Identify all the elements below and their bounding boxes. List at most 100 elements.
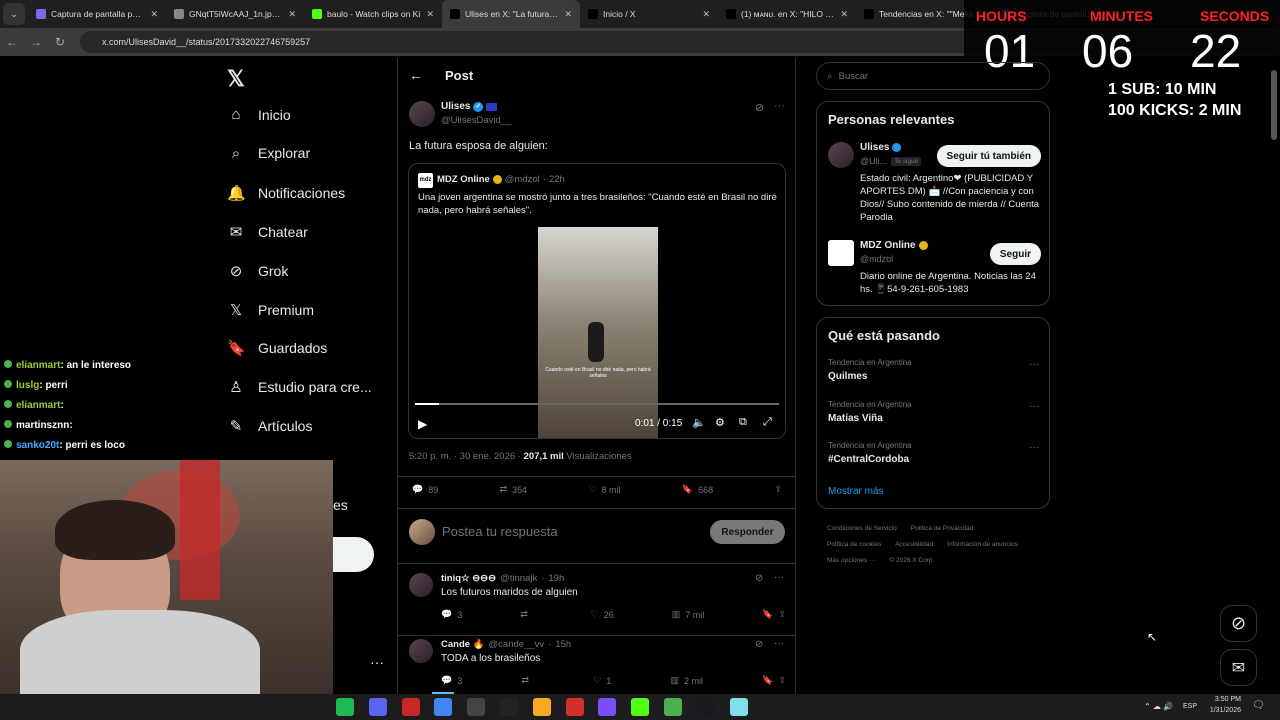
browser-tab[interactable]: Captura de pantalla por L ✕: [28, 0, 166, 28]
trend-item[interactable]: Tendencia en Argentina #CentralCordoba ···: [817, 439, 1051, 479]
trend-item[interactable]: Tendencia en Argentina Matías Viña ···: [817, 398, 1051, 438]
tab-close-icon[interactable]: ✕: [564, 9, 572, 20]
quoted-post[interactable]: mdz MDZ Online @mdzol · 22h Una joven ar…: [408, 163, 786, 439]
page-scrollbar[interactable]: [1271, 70, 1277, 140]
search-box[interactable]: ⌕ Buscar: [816, 62, 1050, 90]
person-name[interactable]: Ulises: [860, 142, 889, 153]
grok-icon[interactable]: ⊘: [755, 101, 764, 114]
reply-action[interactable]: 💬 3: [441, 609, 462, 620]
chat-username[interactable]: luslg: [16, 380, 39, 391]
nav-item-grok[interactable]: ⊘ Grok: [227, 262, 289, 280]
settings-icon[interactable]: ⚙: [715, 416, 725, 429]
trend-more-icon[interactable]: ···: [1029, 401, 1039, 412]
reply-post[interactable]: Cande 🔥 @cande__vv · 15h ⊘ ··· TODA a los bras…: [398, 636, 795, 694]
footer-link[interactable]: Política de Privacidad: [911, 521, 974, 537]
forward-icon[interactable]: →: [24, 35, 48, 49]
file-explorer-icon[interactable]: [532, 698, 551, 716]
tab-close-icon[interactable]: ✕: [702, 9, 710, 20]
views-action[interactable]: ▥ 7 mil: [672, 609, 705, 620]
footer-link[interactable]: Información de anuncios: [947, 537, 1018, 553]
person-handle[interactable]: @mdzol: [860, 254, 893, 264]
reply-action[interactable]: 💬 89: [412, 484, 438, 495]
tray-icons[interactable]: ⌃ ☁ 🔊: [1144, 702, 1173, 711]
clock-time[interactable]: 3:50 PM: [1205, 696, 1241, 703]
clock-date[interactable]: 1/31/2026: [1203, 707, 1241, 714]
reply-author-name[interactable]: tiniq☆ ⊖⊖⊖: [441, 573, 496, 584]
capcut-icon[interactable]: [500, 698, 518, 716]
nav-item-bookmarks[interactable]: 🔖 Guardados: [227, 339, 327, 357]
share-icon[interactable]: ⇪: [778, 609, 786, 620]
reply-handle[interactable]: @tinnajk: [500, 573, 537, 584]
grok-float-icon[interactable]: ⊘: [1220, 605, 1257, 642]
tab-close-icon[interactable]: ✕: [840, 9, 848, 20]
follow-button[interactable]: Seguir tú también: [936, 145, 1041, 167]
follow-button[interactable]: Seguir: [989, 243, 1041, 265]
like-action[interactable]: ♡ 8 mil: [588, 484, 620, 495]
play-icon[interactable]: ▶: [418, 417, 427, 431]
language-indicator[interactable]: ESP: [1183, 703, 1197, 710]
nav-item-explore[interactable]: ⌕ Explorar: [227, 145, 310, 162]
reply-avatar[interactable]: [409, 573, 433, 597]
repost-action[interactable]: ⇄: [520, 609, 533, 620]
obs-icon[interactable]: [467, 698, 486, 716]
minecraft-icon[interactable]: [664, 698, 682, 716]
author-handle[interactable]: @UlisesDavid__: [441, 115, 511, 126]
app-icon[interactable]: [729, 698, 748, 716]
relevant-person[interactable]: Ulises @Uli... Te sigue Seguir tú también Es…: [817, 142, 1051, 237]
volume-icon[interactable]: 🔈: [692, 416, 706, 429]
pip-icon[interactable]: ⧉: [739, 416, 747, 429]
footer-link[interactable]: Accesibilidad: [895, 537, 933, 553]
reply-avatar[interactable]: [409, 639, 433, 663]
browser-tab[interactable]: GNqtT5iWcAAJ_1n.jpg (72 ✕: [166, 0, 304, 28]
reload-icon[interactable]: ↻: [48, 35, 72, 49]
bookmark-action[interactable]: 🔖 668: [682, 484, 713, 495]
trend-more-icon[interactable]: ···: [1029, 359, 1039, 370]
nav-item-premium[interactable]: 𝕏 Premium: [227, 301, 314, 319]
nav-item-creator-studio[interactable]: ♙ Estudio para cre...: [227, 378, 371, 396]
trend-item[interactable]: Tendencia en Argentina Quilmes ···: [817, 356, 1051, 396]
author-avatar[interactable]: [409, 101, 435, 127]
messages-float-icon[interactable]: ✉: [1220, 649, 1257, 686]
footer-link[interactable]: Política de cookies: [827, 537, 881, 553]
grok-icon[interactable]: ⊘: [755, 573, 763, 584]
person-avatar[interactable]: [828, 142, 854, 168]
trend-more-icon[interactable]: ···: [1029, 442, 1039, 453]
like-action[interactable]: ♡ 26: [591, 609, 614, 620]
share-icon[interactable]: ⇪: [774, 484, 782, 495]
steam-icon[interactable]: [696, 698, 715, 716]
notification-icon[interactable]: 🗨: [1252, 700, 1265, 711]
reply-post[interactable]: tiniq☆ ⊖⊖⊖ @tinnajk · 19h ⊘ ··· Los futuros ma…: [398, 570, 795, 636]
views-action[interactable]: ▥ 2 mil: [670, 675, 703, 686]
x-logo[interactable]: 𝕏: [227, 66, 245, 92]
tab-close-icon[interactable]: ✕: [426, 9, 434, 20]
browser-tab[interactable]: Inicio / X ✕: [580, 0, 718, 28]
bookmark-icon[interactable]: 🔖: [762, 609, 773, 620]
share-icon[interactable]: ⇪: [778, 675, 786, 686]
repost-action[interactable]: ⇄: [521, 675, 534, 686]
nav-item-home[interactable]: ⌂ Inicio: [227, 106, 290, 123]
reply-action[interactable]: 💬 3: [441, 675, 462, 686]
footer-link[interactable]: Condiciones de Servicio: [827, 521, 897, 537]
nav-item-notifications[interactable]: 🔔 Notificaciones: [227, 184, 345, 202]
person-avatar[interactable]: [828, 240, 854, 266]
like-action[interactable]: ♡ 1: [593, 675, 611, 686]
spotify-icon[interactable]: [336, 698, 354, 716]
back-arrow-icon[interactable]: ←: [409, 67, 423, 83]
bookmark-icon[interactable]: 🔖: [762, 675, 773, 686]
chat-username[interactable]: sanko20t: [16, 440, 59, 451]
post-more-icon[interactable]: ···: [774, 100, 785, 112]
my-avatar[interactable]: [409, 519, 435, 545]
search-input[interactable]: Buscar: [839, 71, 869, 82]
show-more-link[interactable]: Mostrar más: [828, 486, 884, 497]
footer-link[interactable]: © 2026 X Corp.: [889, 553, 934, 569]
chat-username[interactable]: elianmart: [16, 360, 60, 371]
reply-more-icon[interactable]: ···: [774, 638, 784, 649]
kick-icon[interactable]: [631, 698, 650, 716]
fullscreen-icon[interactable]: ⤢: [763, 416, 772, 429]
reply-author-name[interactable]: Cande 🔥: [441, 639, 485, 650]
nav-item-articles[interactable]: ✎ Artículos: [227, 417, 313, 435]
video-progress-bar[interactable]: [415, 403, 779, 405]
author-name[interactable]: Ulises: [441, 101, 470, 112]
reply-handle[interactable]: @cande__vv: [489, 639, 545, 650]
chrome-icon[interactable]: [434, 698, 453, 716]
